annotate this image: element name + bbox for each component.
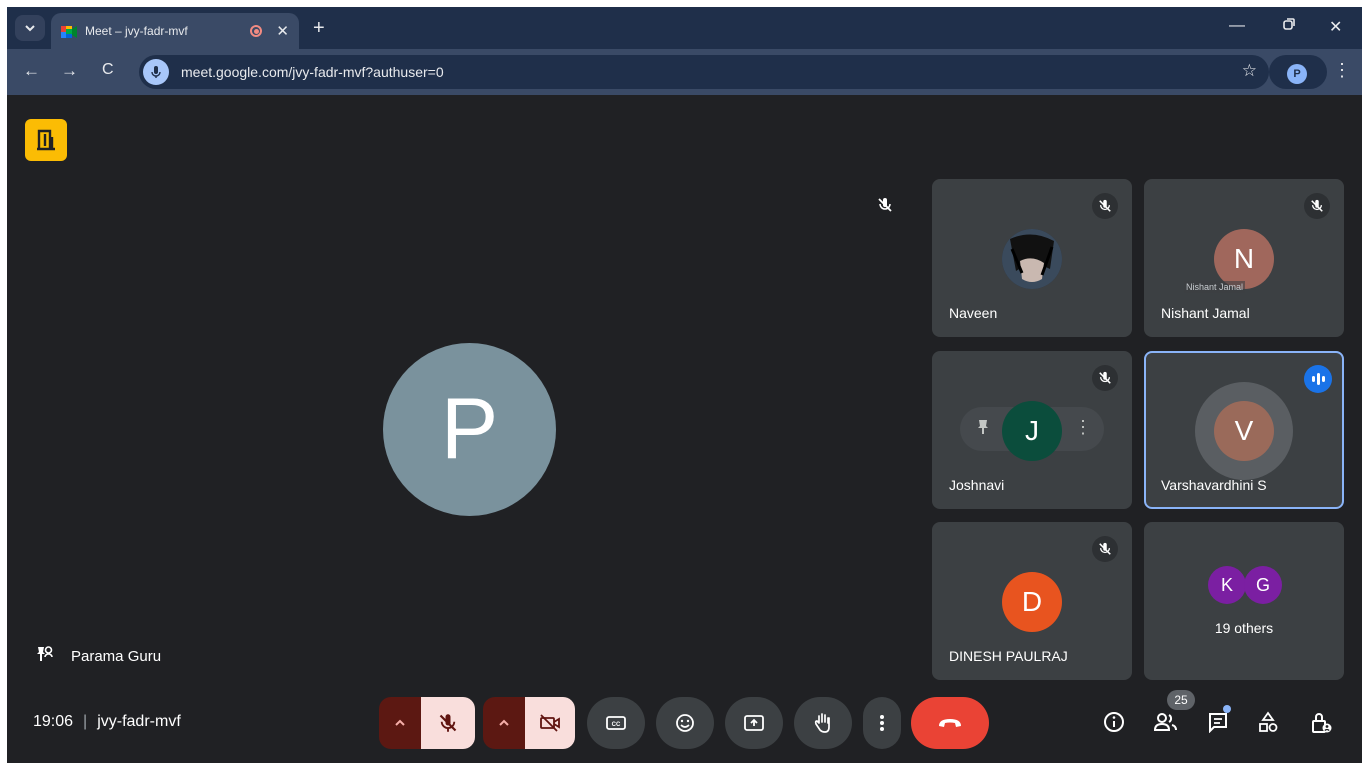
present-icon — [744, 715, 764, 731]
more-options-icon[interactable]: ⋮ — [1074, 417, 1092, 438]
camera-off-icon — [540, 714, 560, 732]
pin-icon[interactable] — [976, 419, 990, 440]
mic-off-icon — [439, 714, 457, 732]
tab-search-button[interactable] — [15, 15, 45, 41]
pin-person-icon[interactable] — [35, 645, 53, 667]
omnibox[interactable]: meet.google.com/jvy-fadr-mvf?authuser=0 — [139, 55, 1269, 89]
participant-tile[interactable]: V Varshavardhini S — [1144, 351, 1344, 509]
recording-icon — [250, 25, 263, 37]
activities-icon[interactable] — [1257, 711, 1279, 738]
closed-captions-icon: CC — [606, 716, 626, 730]
participant-name: Nishant Jamal — [1161, 305, 1250, 321]
reactions-button[interactable] — [656, 697, 714, 749]
mic-off-icon — [1092, 365, 1118, 391]
mic-control — [379, 697, 475, 749]
mic-in-use-icon[interactable] — [143, 59, 169, 85]
unread-dot — [1223, 705, 1231, 713]
mic-off-icon — [1092, 536, 1118, 562]
avatar: N — [1214, 229, 1274, 289]
mic-off-icon — [1304, 193, 1330, 219]
divider: | — [83, 713, 88, 730]
participant-tile[interactable]: N Nishant Jamal Nishant Jamal — [1144, 179, 1344, 337]
door-icon[interactable] — [25, 119, 67, 161]
meeting-info: 19:06 | jvy-fadr-mvf — [33, 713, 181, 731]
restore-button[interactable] — [1283, 17, 1295, 35]
mic-off-icon — [1092, 193, 1118, 219]
video-settings-button[interactable] — [483, 697, 525, 749]
avatar: J — [1002, 401, 1062, 461]
raise-hand-button[interactable] — [794, 697, 852, 749]
mic-off-icon — [877, 197, 893, 218]
profile-avatar[interactable]: P — [1287, 64, 1307, 84]
participant-name: Varshavardhini S — [1161, 477, 1267, 493]
back-button[interactable]: ← — [23, 61, 40, 81]
toggle-camera-button[interactable] — [525, 697, 575, 749]
tab-title: Meet – jvy-fadr-mvf — [85, 24, 188, 38]
chevron-up-icon — [395, 719, 405, 726]
meeting-details-icon[interactable] — [1103, 711, 1125, 738]
url-text: meet.google.com/jvy-fadr-mvf?authuser=0 — [181, 64, 444, 80]
participant-name: Naveen — [949, 305, 998, 321]
tab-bar: Meet – jvy-fadr-mvf ✕ + — ✕ — [7, 7, 1362, 49]
main-speaker-avatar: P — [383, 343, 556, 516]
forward-button[interactable]: → — [61, 61, 78, 81]
close-window-button[interactable]: ✕ — [1329, 17, 1342, 37]
browser-menu-icon[interactable]: ⋮ — [1333, 60, 1351, 81]
participant-name: DINESH PAULRAJ — [949, 648, 1068, 664]
participant-name: Joshnavi — [949, 477, 1005, 493]
browser-window: Meet – jvy-fadr-mvf ✕ + — ✕ ← → C meet.g… — [7, 7, 1362, 763]
address-bar: ← → C meet.google.com/jvy-fadr-mvf?authu… — [7, 49, 1362, 95]
audio-settings-button[interactable] — [379, 697, 421, 749]
main-speaker-label: Parama Guru — [35, 645, 161, 667]
others-label: 19 others — [1214, 620, 1274, 636]
chevron-down-icon — [25, 25, 35, 32]
avatar: K — [1208, 566, 1246, 604]
participant-count-badge: 25 — [1167, 690, 1195, 710]
present-screen-button[interactable] — [725, 697, 783, 749]
chevron-up-icon — [499, 719, 509, 726]
tab-meet[interactable]: Meet – jvy-fadr-mvf ✕ — [51, 13, 299, 49]
participant-tile[interactable]: D DINESH PAULRAJ — [932, 522, 1132, 680]
avatar: V — [1214, 401, 1274, 461]
people-icon[interactable] — [1153, 711, 1179, 738]
reload-button[interactable]: C — [102, 61, 114, 79]
meet-logo-icon — [61, 25, 77, 38]
meeting-time: 19:06 — [33, 713, 74, 730]
captions-button[interactable]: CC — [587, 697, 645, 749]
avatar: G — [1244, 566, 1282, 604]
more-options-button[interactable] — [863, 697, 901, 749]
chat-icon[interactable] — [1207, 711, 1229, 738]
new-tab-button[interactable]: + — [313, 17, 325, 40]
avatar — [1002, 229, 1062, 289]
others-tile[interactable]: K G 19 others — [1144, 522, 1344, 680]
emoji-icon — [676, 714, 694, 732]
participant-tile[interactable]: Naveen — [932, 179, 1132, 337]
toggle-mic-button[interactable] — [421, 697, 475, 749]
main-speaker-name: Parama Guru — [71, 647, 162, 665]
leave-call-button[interactable] — [911, 697, 989, 749]
restore-icon — [1283, 18, 1295, 30]
camera-control — [483, 697, 575, 749]
hand-icon — [814, 713, 830, 733]
bookmark-star-icon[interactable]: ☆ — [1242, 61, 1257, 81]
end-call-icon — [939, 719, 961, 727]
more-vert-icon — [880, 715, 884, 731]
svg-text:CC: CC — [612, 722, 621, 728]
host-controls-icon[interactable] — [1309, 711, 1333, 740]
name-tooltip: Nishant Jamal — [1184, 281, 1246, 293]
tab-close-icon[interactable]: ✕ — [276, 22, 289, 40]
avatar: D — [1002, 572, 1062, 632]
minimize-button[interactable]: — — [1229, 17, 1245, 35]
speaking-indicator-icon — [1304, 365, 1332, 393]
participant-tile[interactable]: J ⋮ Joshnavi — [932, 351, 1132, 509]
meeting-code: jvy-fadr-mvf — [97, 713, 181, 730]
